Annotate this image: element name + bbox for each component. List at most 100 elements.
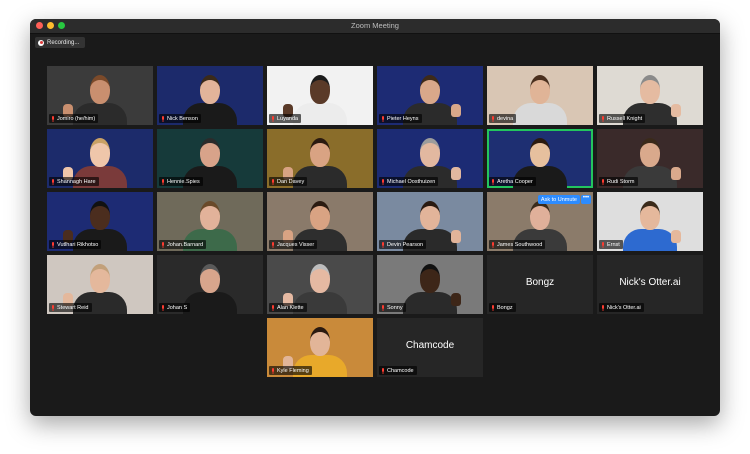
participant-name: Russell Knight <box>607 115 643 122</box>
participant-name: Vutlhari Rikhotso <box>57 241 99 248</box>
participant-name: Johan.Barnard <box>167 241 204 248</box>
waving-hand <box>451 230 461 243</box>
participant-head <box>530 138 550 167</box>
participant-name: Shannagh Hare <box>57 178 96 185</box>
waving-hand <box>451 104 461 117</box>
participant-name-bar: Aretha Cooper <box>489 177 536 186</box>
participant-name: devina <box>497 115 514 122</box>
recording-label: Recording... <box>47 39 80 46</box>
participant-head <box>90 138 110 167</box>
participant-tile[interactable]: Johan.Barnard <box>157 192 263 251</box>
participant-head <box>200 138 220 167</box>
waving-hand <box>671 104 681 117</box>
participant-name: Bongz <box>497 304 513 311</box>
ask-to-unmute-button[interactable]: Ask to Unmute <box>537 195 580 204</box>
participant-head <box>310 327 330 356</box>
participant-name-bar: Bongz <box>489 303 516 312</box>
muted-mic-icon <box>381 178 385 185</box>
participant-tile[interactable]: Rudi Storm <box>597 129 703 188</box>
participant-name-bar: Chamcode <box>379 366 417 375</box>
participant-name: Chamcode <box>387 367 414 374</box>
participant-name-bar: Pieter Heyns <box>379 114 422 123</box>
participant-name: Sonny <box>387 304 403 311</box>
muted-mic-icon <box>491 178 495 185</box>
participant-name: Kyle Fleming <box>277 367 309 374</box>
muted-mic-icon <box>381 115 385 122</box>
muted-mic-icon <box>51 178 55 185</box>
waving-hand <box>671 230 681 243</box>
waving-hand <box>451 167 461 180</box>
participant-name-bar: Kyle Fleming <box>269 366 312 375</box>
participant-name: James Southwood <box>497 241 543 248</box>
participant-name-bar: Luyanda <box>269 114 302 123</box>
muted-mic-icon <box>51 304 55 311</box>
participant-name-bar: Stewart Reid <box>49 303 92 312</box>
participant-tile[interactable]: Pieter Heyns <box>377 66 483 125</box>
participant-name: Devin Pearson <box>387 241 424 248</box>
participant-head <box>310 138 330 167</box>
participant-name: Jomiro (he/him) <box>57 115 96 122</box>
muted-mic-icon <box>491 115 495 122</box>
participant-tile[interactable]: Devin Pearson <box>377 192 483 251</box>
muted-mic-icon <box>161 241 165 248</box>
participant-body <box>183 292 237 314</box>
muted-mic-icon <box>601 178 605 185</box>
more-options-button[interactable]: ••• <box>581 195 591 204</box>
participant-display-name: Nick's Otter.ai <box>619 277 681 288</box>
participant-tile[interactable]: James Southwood Ask to Unmute ••• <box>487 192 593 251</box>
recording-indicator[interactable]: Recording... <box>35 37 86 48</box>
participant-name-bar: devina <box>489 114 517 123</box>
participant-tile[interactable]: Johan S <box>157 255 263 314</box>
participant-name: Nick Benson <box>167 115 198 122</box>
muted-mic-icon <box>491 304 495 311</box>
participant-head <box>90 201 110 230</box>
participant-name-bar: Sonny <box>379 303 406 312</box>
participant-tile[interactable]: Jacques Visser <box>267 192 373 251</box>
participant-tile[interactable]: Vutlhari Rikhotso <box>47 192 153 251</box>
participant-head <box>640 138 660 167</box>
participant-name: Michael Oosthuizen <box>387 178 436 185</box>
muted-mic-icon <box>51 241 55 248</box>
participant-name: Ernst <box>607 241 620 248</box>
muted-mic-icon <box>381 304 385 311</box>
participant-name: Luyanda <box>277 115 299 122</box>
participant-tile[interactable]: devina <box>487 66 593 125</box>
participant-tile[interactable]: Aretha Cooper <box>487 129 593 188</box>
participant-head <box>310 75 330 104</box>
participant-name-bar: Nick Benson <box>159 114 201 123</box>
participant-name: Pieter Heyns <box>387 115 419 122</box>
participant-tile[interactable]: Stewart Reid <box>47 255 153 314</box>
participant-name: Rudi Storm <box>607 178 635 185</box>
participant-tile[interactable]: Sonny <box>377 255 483 314</box>
participant-tile[interactable]: Bongz Bongz <box>487 255 593 314</box>
participant-tile[interactable]: Nick's Otter.ai Nick's Otter.ai <box>597 255 703 314</box>
participant-tile[interactable]: Jomiro (he/him) <box>47 66 153 125</box>
participant-name-bar: Russell Knight <box>599 114 646 123</box>
window-title: Zoom Meeting <box>351 21 399 30</box>
participant-tile[interactable]: Ernst <box>597 192 703 251</box>
participant-head <box>420 75 440 104</box>
participant-tile[interactable]: Shannagh Hare <box>47 129 153 188</box>
participant-head <box>530 75 550 104</box>
muted-mic-icon <box>381 367 385 374</box>
participant-body <box>403 292 457 314</box>
participant-tile[interactable]: Dan Davey <box>267 129 373 188</box>
participant-tile[interactable]: Michael Oosthuizen <box>377 129 483 188</box>
muted-mic-icon <box>491 241 495 248</box>
participant-tile[interactable]: Chamcode Chamcode <box>377 318 483 377</box>
muted-mic-icon <box>271 241 275 248</box>
muted-mic-icon <box>601 304 605 311</box>
participant-tile[interactable]: Russell Knight <box>597 66 703 125</box>
participant-tile[interactable]: Nick Benson <box>157 66 263 125</box>
participant-tile[interactable]: Luyanda <box>267 66 373 125</box>
participant-tile[interactable]: Kyle Fleming <box>267 318 373 377</box>
participant-name: Stewart Reid <box>57 304 89 311</box>
participant-name: Jacques Visser <box>277 241 315 248</box>
participant-name-bar: Rudi Storm <box>599 177 638 186</box>
participant-tile[interactable]: Alan Klette <box>267 255 373 314</box>
participant-name-bar: Jomiro (he/him) <box>49 114 99 123</box>
participant-head <box>200 201 220 230</box>
participant-name-bar: Ernst <box>599 240 623 249</box>
participant-name: Alan Klette <box>277 304 304 311</box>
participant-tile[interactable]: Hennie.Spies <box>157 129 263 188</box>
